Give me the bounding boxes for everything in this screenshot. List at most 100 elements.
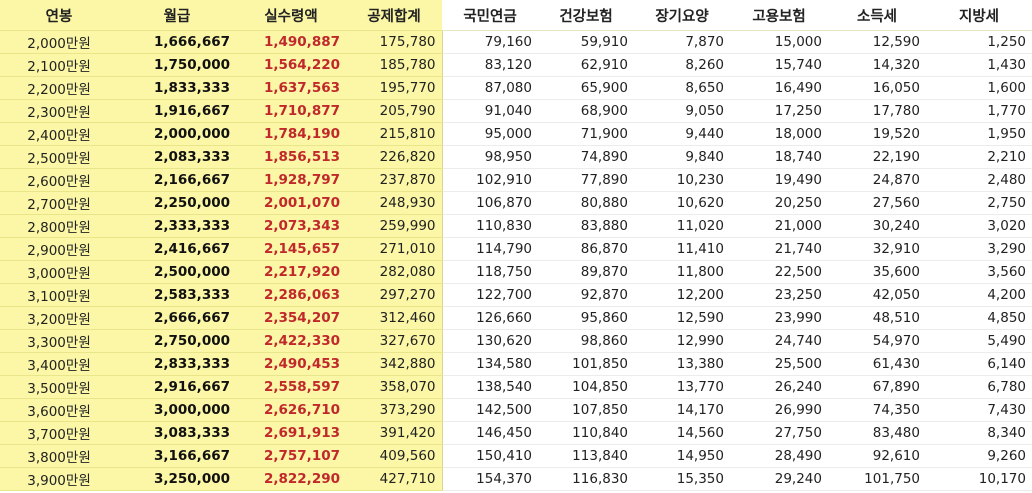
annual-salary-cell: 2,700만원	[0, 191, 118, 215]
header-long-term-care: 장기요양	[634, 0, 730, 31]
national-pension-cell: 110,830	[442, 214, 538, 238]
annual-salary-cell: 2,300만원	[0, 99, 118, 123]
health-insurance-cell: 89,870	[538, 260, 634, 284]
annual-salary-cell: 2,500만원	[0, 145, 118, 169]
annual-salary-cell: 2,100만원	[0, 53, 118, 77]
table-row: 3,500만원 2,916,667 2,558,597 358,070 138,540 1…	[0, 375, 1032, 399]
annual-salary-cell: 2,600만원	[0, 168, 118, 192]
health-insurance-cell: 71,900	[538, 122, 634, 146]
income-tax-cell: 27,560	[828, 191, 926, 215]
long-term-care-cell: 10,230	[634, 168, 730, 192]
total-deduction-cell: 259,990	[346, 214, 443, 238]
monthly-salary-cell: 2,416,667	[118, 237, 236, 261]
health-insurance-cell: 110,840	[538, 421, 634, 445]
net-pay-cell: 1,856,513	[236, 145, 346, 169]
total-deduction-cell: 226,820	[346, 145, 443, 169]
employment-insurance-cell: 27,750	[730, 421, 828, 445]
net-pay-cell: 1,564,220	[236, 53, 346, 77]
table-row: 2,600만원 2,166,667 1,928,797 237,870 102,910 7…	[0, 168, 1032, 192]
monthly-salary-cell: 1,750,000	[118, 53, 236, 77]
long-term-care-cell: 12,590	[634, 306, 730, 330]
header-local-tax: 지방세	[926, 0, 1032, 31]
table-row: 3,900만원 3,250,000 2,822,290 427,710 154,370 1…	[0, 467, 1032, 491]
health-insurance-cell: 62,910	[538, 53, 634, 77]
national-pension-cell: 142,500	[442, 398, 538, 422]
national-pension-cell: 79,160	[442, 30, 538, 54]
monthly-salary-cell: 1,833,333	[118, 76, 236, 100]
monthly-salary-cell: 3,250,000	[118, 467, 236, 491]
monthly-salary-cell: 3,000,000	[118, 398, 236, 422]
annual-salary-cell: 3,800만원	[0, 444, 118, 468]
table-row: 2,000만원 1,666,667 1,490,887 175,780 79,160 59…	[0, 30, 1032, 54]
net-pay-cell: 1,490,887	[236, 30, 346, 54]
national-pension-cell: 138,540	[442, 375, 538, 399]
health-insurance-cell: 101,850	[538, 352, 634, 376]
monthly-salary-cell: 3,083,333	[118, 421, 236, 445]
table-row: 2,700만원 2,250,000 2,001,070 248,930 106,870 8…	[0, 191, 1032, 215]
long-term-care-cell: 14,170	[634, 398, 730, 422]
employment-insurance-cell: 18,000	[730, 122, 828, 146]
employment-insurance-cell: 18,740	[730, 145, 828, 169]
employment-insurance-cell: 19,490	[730, 168, 828, 192]
long-term-care-cell: 11,410	[634, 237, 730, 261]
net-pay-cell: 2,626,710	[236, 398, 346, 422]
income-tax-cell: 22,190	[828, 145, 926, 169]
annual-salary-cell: 3,500만원	[0, 375, 118, 399]
employment-insurance-cell: 26,990	[730, 398, 828, 422]
annual-salary-cell: 3,100만원	[0, 283, 118, 307]
total-deduction-cell: 342,880	[346, 352, 443, 376]
national-pension-cell: 130,620	[442, 329, 538, 353]
monthly-salary-cell: 2,250,000	[118, 191, 236, 215]
net-pay-cell: 2,490,453	[236, 352, 346, 376]
local-tax-cell: 8,340	[926, 421, 1032, 445]
local-tax-cell: 3,020	[926, 214, 1032, 238]
employment-insurance-cell: 16,490	[730, 76, 828, 100]
health-insurance-cell: 116,830	[538, 467, 634, 491]
annual-salary-cell: 3,300만원	[0, 329, 118, 353]
employment-insurance-cell: 22,500	[730, 260, 828, 284]
net-pay-cell: 2,422,330	[236, 329, 346, 353]
long-term-care-cell: 9,050	[634, 99, 730, 123]
long-term-care-cell: 9,440	[634, 122, 730, 146]
table-row: 3,100만원 2,583,333 2,286,063 297,270 122,700 9…	[0, 283, 1032, 307]
total-deduction-cell: 248,930	[346, 191, 443, 215]
income-tax-cell: 30,240	[828, 214, 926, 238]
net-pay-cell: 2,822,290	[236, 467, 346, 491]
total-deduction-cell: 237,870	[346, 168, 443, 192]
table-row: 3,400만원 2,833,333 2,490,453 342,880 134,580 1…	[0, 352, 1032, 376]
income-tax-cell: 17,780	[828, 99, 926, 123]
local-tax-cell: 1,950	[926, 122, 1032, 146]
monthly-salary-cell: 2,916,667	[118, 375, 236, 399]
total-deduction-cell: 297,270	[346, 283, 443, 307]
net-pay-cell: 2,217,920	[236, 260, 346, 284]
total-deduction-cell: 312,460	[346, 306, 443, 330]
header-monthly-salary: 월급	[118, 0, 236, 31]
monthly-salary-cell: 2,000,000	[118, 122, 236, 146]
monthly-salary-cell: 2,500,000	[118, 260, 236, 284]
health-insurance-cell: 68,900	[538, 99, 634, 123]
employment-insurance-cell: 28,490	[730, 444, 828, 468]
employment-insurance-cell: 20,250	[730, 191, 828, 215]
table-row: 3,000만원 2,500,000 2,217,920 282,080 118,750 8…	[0, 260, 1032, 284]
header-income-tax: 소득세	[828, 0, 926, 31]
annual-salary-cell: 3,000만원	[0, 260, 118, 284]
annual-salary-cell: 3,400만원	[0, 352, 118, 376]
income-tax-cell: 83,480	[828, 421, 926, 445]
employment-insurance-cell: 15,000	[730, 30, 828, 54]
table-row: 2,100만원 1,750,000 1,564,220 185,780 83,120 62…	[0, 53, 1032, 77]
header-total-deduction: 공제합계	[346, 0, 442, 31]
local-tax-cell: 1,430	[926, 53, 1032, 77]
national-pension-cell: 122,700	[442, 283, 538, 307]
long-term-care-cell: 14,560	[634, 421, 730, 445]
income-tax-cell: 67,890	[828, 375, 926, 399]
local-tax-cell: 1,770	[926, 99, 1032, 123]
income-tax-cell: 35,600	[828, 260, 926, 284]
income-tax-cell: 74,350	[828, 398, 926, 422]
total-deduction-cell: 205,790	[346, 99, 443, 123]
table-row: 3,300만원 2,750,000 2,422,330 327,670 130,620 9…	[0, 329, 1032, 353]
long-term-care-cell: 11,020	[634, 214, 730, 238]
income-tax-cell: 32,910	[828, 237, 926, 261]
income-tax-cell: 48,510	[828, 306, 926, 330]
table-row: 2,800만원 2,333,333 2,073,343 259,990 110,830 8…	[0, 214, 1032, 238]
income-tax-cell: 12,590	[828, 30, 926, 54]
